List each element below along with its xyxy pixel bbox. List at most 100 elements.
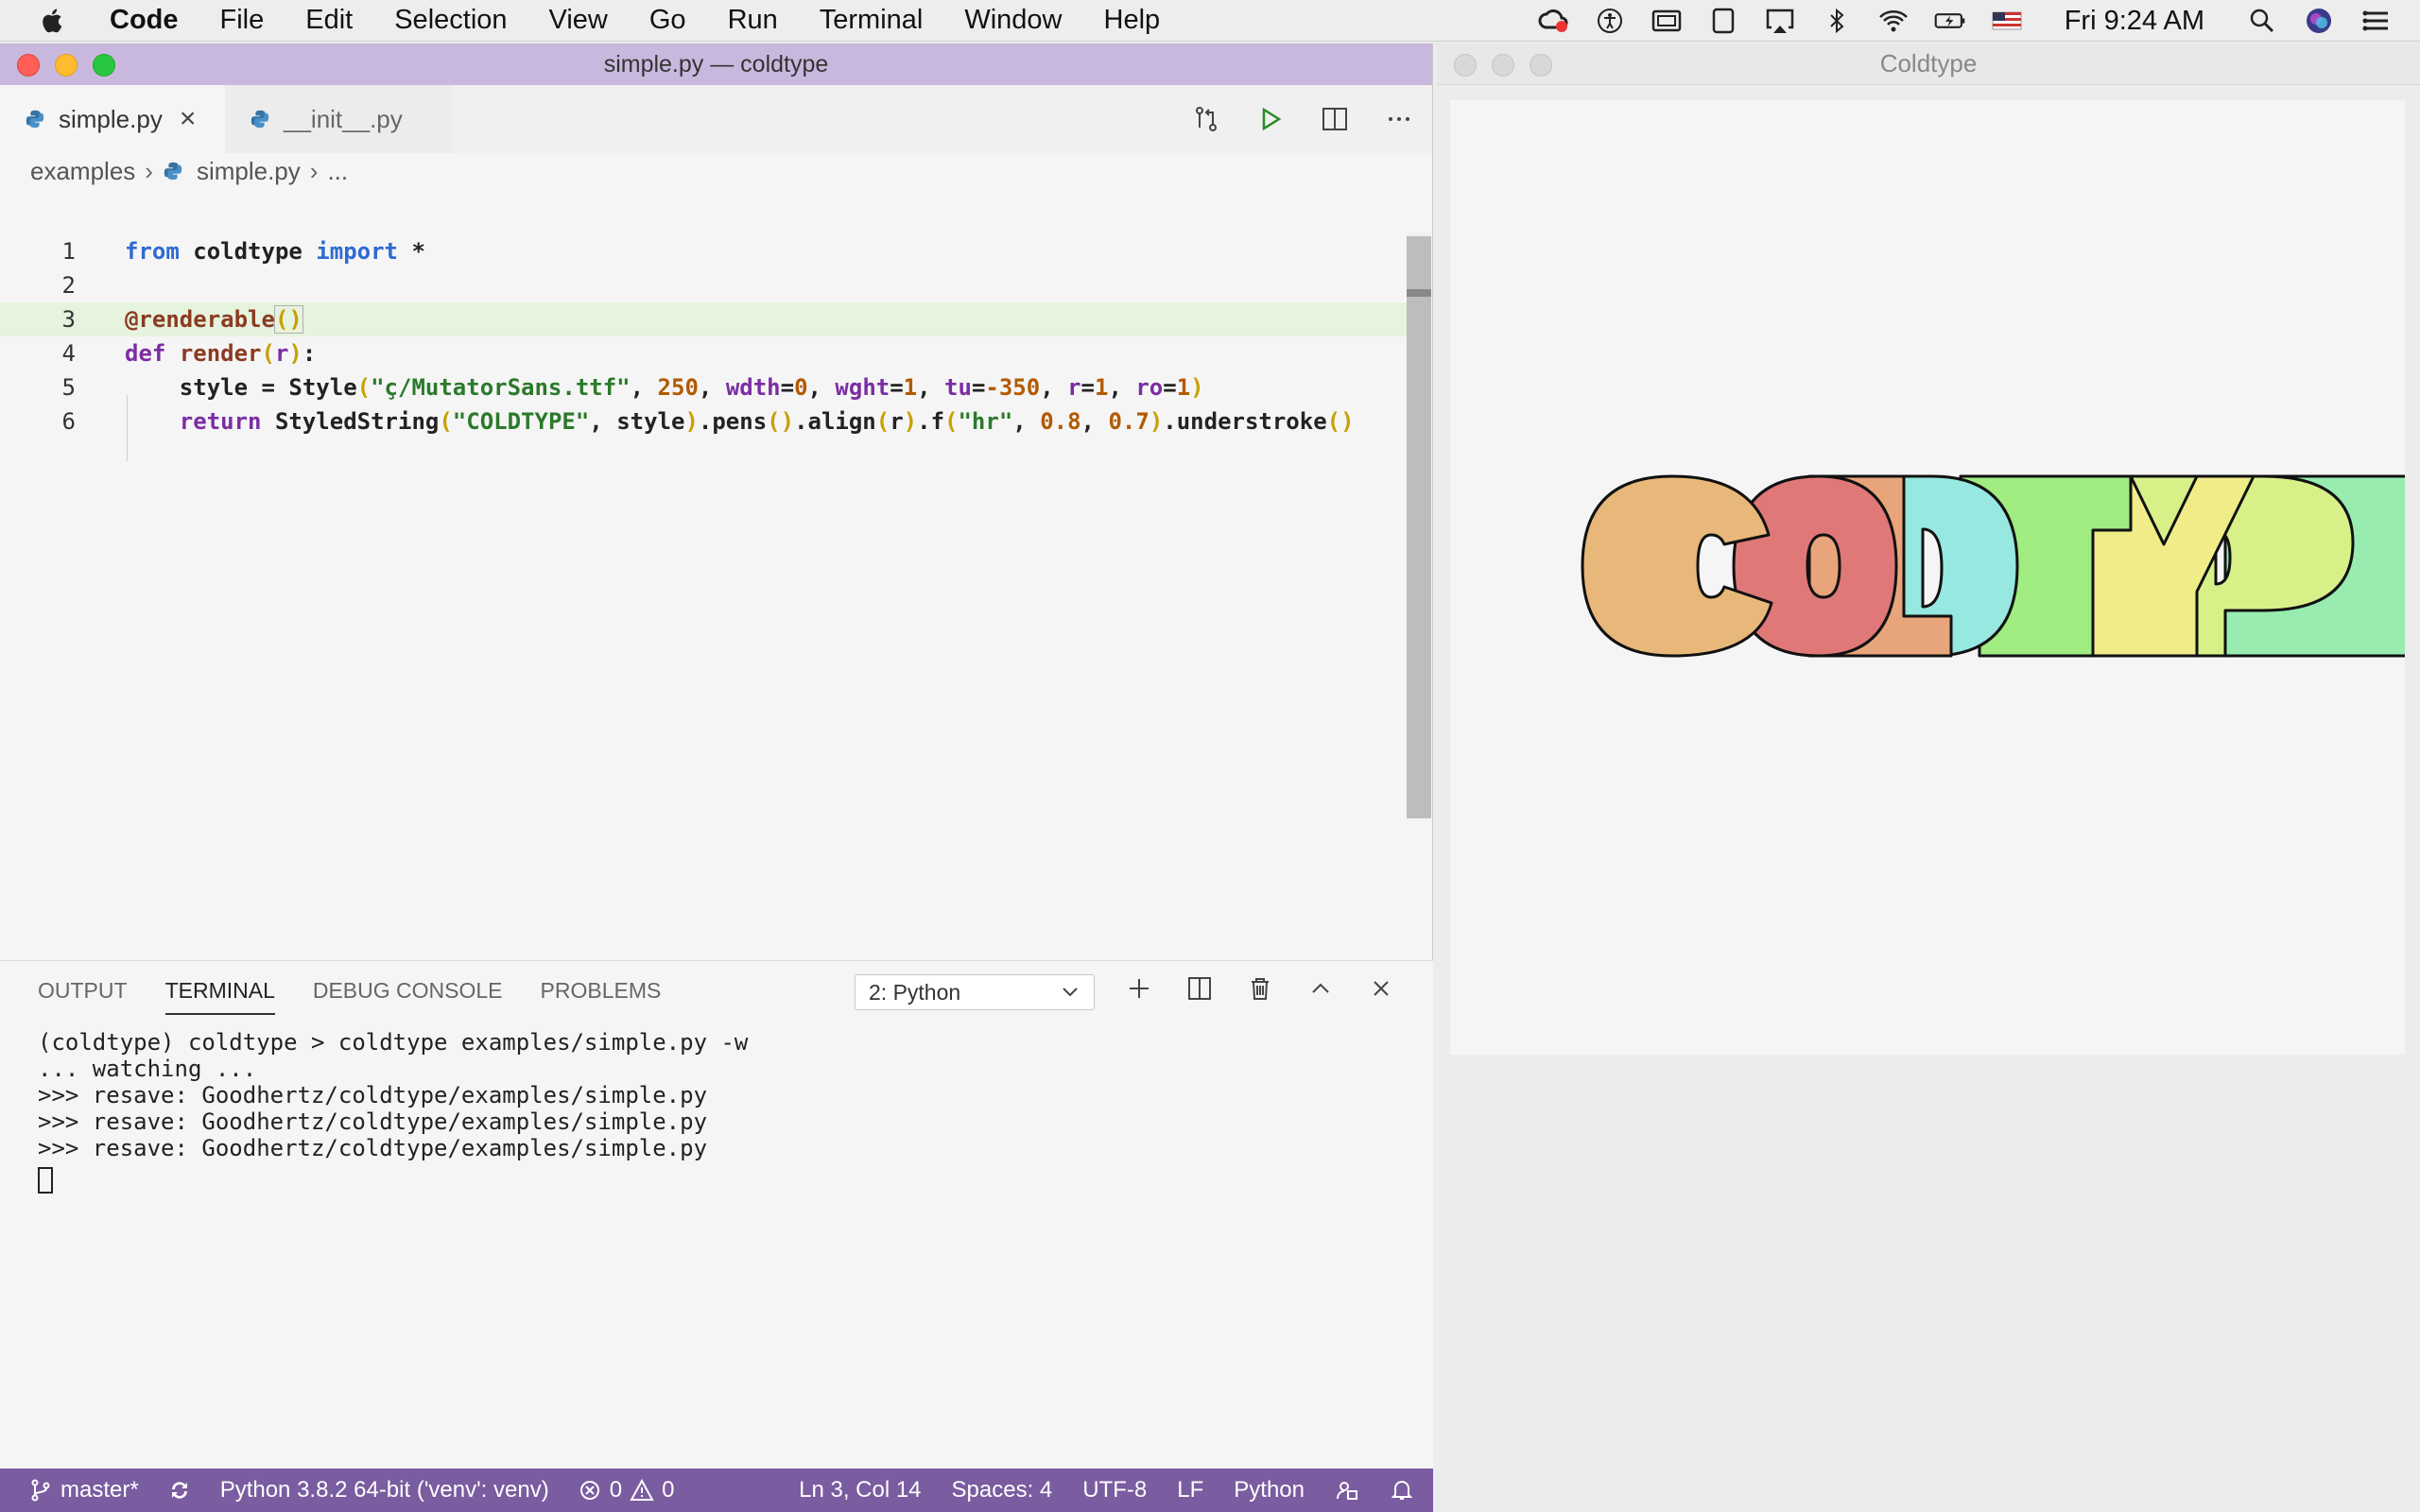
- breadcrumb-symbol[interactable]: ...: [327, 157, 348, 186]
- chevron-right-icon: ›: [309, 156, 319, 185]
- accessibility-icon[interactable]: [1594, 7, 1626, 35]
- code-text: @renderable(): [125, 305, 303, 334]
- python-interpreter[interactable]: Python 3.8.2 64-bit ('venv': venv): [220, 1477, 549, 1503]
- warning-icon: [630, 1478, 654, 1501]
- notifications-bell-icon[interactable]: [1390, 1478, 1414, 1503]
- minimize-window-button[interactable]: [1492, 54, 1514, 77]
- terminal-line: (coldtype) coldtype > coldtype examples/…: [38, 1029, 749, 1056]
- code-line[interactable]: 1 from coldtype import *: [0, 234, 1409, 268]
- menubar-clock[interactable]: Fri 9:24 AM: [2065, 6, 2204, 37]
- split-editor-icon[interactable]: [1321, 105, 1349, 133]
- line-number: 5: [61, 374, 76, 401]
- menu-selection[interactable]: Selection: [394, 5, 507, 36]
- git-branch[interactable]: master*: [28, 1477, 139, 1503]
- indent-guide: [127, 395, 128, 461]
- feedback-icon[interactable]: [1335, 1478, 1359, 1503]
- ipad-icon[interactable]: [1707, 7, 1739, 35]
- python-file-icon: [251, 110, 269, 129]
- zoom-window-button[interactable]: [1530, 54, 1552, 77]
- battery-icon[interactable]: [1934, 7, 1966, 35]
- creative-cloud-icon[interactable]: [1537, 7, 1569, 35]
- terminal-select[interactable]: 2: Python: [855, 974, 1095, 1010]
- code-line[interactable]: 6 return StyledString("COLDTYPE", style)…: [0, 404, 1409, 438]
- wifi-icon[interactable]: [1877, 7, 1910, 35]
- line-number: 4: [61, 340, 76, 367]
- terminal-cursor: [38, 1167, 53, 1194]
- display-icon[interactable]: [1651, 7, 1683, 35]
- line-ending[interactable]: LF: [1177, 1477, 1203, 1503]
- python-file-icon: [26, 110, 44, 129]
- tab-output[interactable]: OUTPUT: [38, 978, 128, 1004]
- close-window-button[interactable]: [1454, 54, 1477, 77]
- scrollbar-thumb[interactable]: [1407, 236, 1431, 818]
- menu-run[interactable]: Run: [728, 5, 778, 36]
- coldtype-title-bar: Coldtype: [1437, 43, 2420, 85]
- git-branch-icon: [31, 1479, 50, 1502]
- tab-simple-py[interactable]: simple.py ×: [0, 85, 225, 153]
- status-bar: master* Python 3.8.2 64-bit ('venv': ven…: [0, 1469, 1433, 1512]
- indentation[interactable]: Spaces: 4: [952, 1477, 1053, 1503]
- menu-window[interactable]: Window: [964, 5, 1062, 36]
- minimize-window-button[interactable]: [55, 54, 78, 77]
- close-tab-icon[interactable]: ×: [180, 103, 197, 135]
- terminal-output[interactable]: (coldtype) coldtype > coldtype examples/…: [0, 1020, 1433, 1194]
- code-line-current[interactable]: 3 @renderable(): [0, 302, 1409, 336]
- coldtype-render-canvas[interactable]: [1450, 100, 2405, 1055]
- sync-button[interactable]: [167, 1478, 192, 1503]
- breadcrumb-folder[interactable]: examples: [30, 157, 135, 186]
- tab-terminal[interactable]: TERMINAL: [164, 978, 275, 1015]
- menu-go[interactable]: Go: [649, 5, 686, 36]
- code-line[interactable]: 2: [0, 268, 1409, 302]
- new-terminal-icon[interactable]: [1125, 974, 1153, 1003]
- code-text: return StyledString("COLDTYPE", style).p…: [179, 408, 1355, 435]
- apple-menu-icon[interactable]: [38, 6, 68, 36]
- code-text: style = Style("ç/MutatorSans.ttf", 250, …: [125, 374, 1204, 401]
- menu-view[interactable]: View: [549, 5, 608, 36]
- cursor-position[interactable]: Ln 3, Col 14: [799, 1477, 921, 1503]
- control-center-icon[interactable]: [2360, 7, 2392, 35]
- more-actions-icon[interactable]: [1385, 105, 1413, 133]
- menu-edit[interactable]: Edit: [305, 5, 353, 36]
- run-file-icon[interactable]: [1256, 105, 1285, 133]
- code-text: from coldtype import *: [125, 238, 425, 265]
- breadcrumb-file[interactable]: simple.py: [197, 157, 301, 186]
- breadcrumb: examples › simple.py › ...: [0, 153, 1432, 189]
- us-flag-icon[interactable]: [1991, 7, 2023, 35]
- kill-terminal-icon[interactable]: [1246, 974, 1274, 1003]
- scrollbar-cursor-marker: [1407, 289, 1431, 297]
- line-number: 1: [61, 238, 76, 265]
- coldtype-rendered-text: [1581, 474, 2405, 658]
- tab-init-py[interactable]: __init__.py: [225, 85, 452, 153]
- siri-icon[interactable]: [2303, 7, 2335, 35]
- close-panel-icon[interactable]: [1367, 974, 1395, 1003]
- terminal-line: >>> resave: Goodhertz/coldtype/examples/…: [38, 1135, 708, 1161]
- file-encoding[interactable]: UTF-8: [1082, 1477, 1147, 1503]
- problems-summary[interactable]: 0 0: [578, 1477, 674, 1503]
- menu-terminal[interactable]: Terminal: [820, 5, 924, 36]
- code-editor[interactable]: 1 from coldtype import * 2 3 @renderable…: [0, 232, 1433, 960]
- tab-label: __init__.py: [284, 104, 403, 133]
- maximize-panel-icon[interactable]: [1306, 974, 1335, 1003]
- tab-debug-console[interactable]: DEBUG CONSOLE: [313, 978, 503, 1004]
- airplay-icon[interactable]: [1764, 7, 1796, 35]
- open-changes-icon[interactable]: [1192, 105, 1220, 133]
- editor-tab-bar: simple.py × __init__.py: [0, 85, 1432, 153]
- language-mode[interactable]: Python: [1234, 1477, 1305, 1503]
- split-terminal-icon[interactable]: [1185, 974, 1214, 1003]
- menu-app-name[interactable]: Code: [110, 5, 179, 36]
- close-window-button[interactable]: [17, 54, 40, 77]
- line-number: 2: [61, 272, 76, 299]
- tab-label: simple.py: [59, 104, 163, 133]
- sync-icon: [171, 1482, 187, 1499]
- menu-file[interactable]: File: [220, 5, 265, 36]
- code-line[interactable]: 5 style = Style("ç/MutatorSans.ttf", 250…: [0, 370, 1409, 404]
- vscode-window: simple.py — coldtype simple.py × __init_…: [0, 43, 1433, 1512]
- zoom-window-button[interactable]: [93, 54, 115, 77]
- tab-problems[interactable]: PROBLEMS: [541, 978, 662, 1004]
- editor-scrollbar[interactable]: [1407, 232, 1431, 818]
- window-title: simple.py — coldtype: [603, 50, 829, 77]
- menu-help[interactable]: Help: [1104, 5, 1161, 36]
- spotlight-icon[interactable]: [2246, 7, 2278, 35]
- code-line[interactable]: 4 def render(r):: [0, 336, 1409, 370]
- bluetooth-icon[interactable]: [1821, 7, 1853, 35]
